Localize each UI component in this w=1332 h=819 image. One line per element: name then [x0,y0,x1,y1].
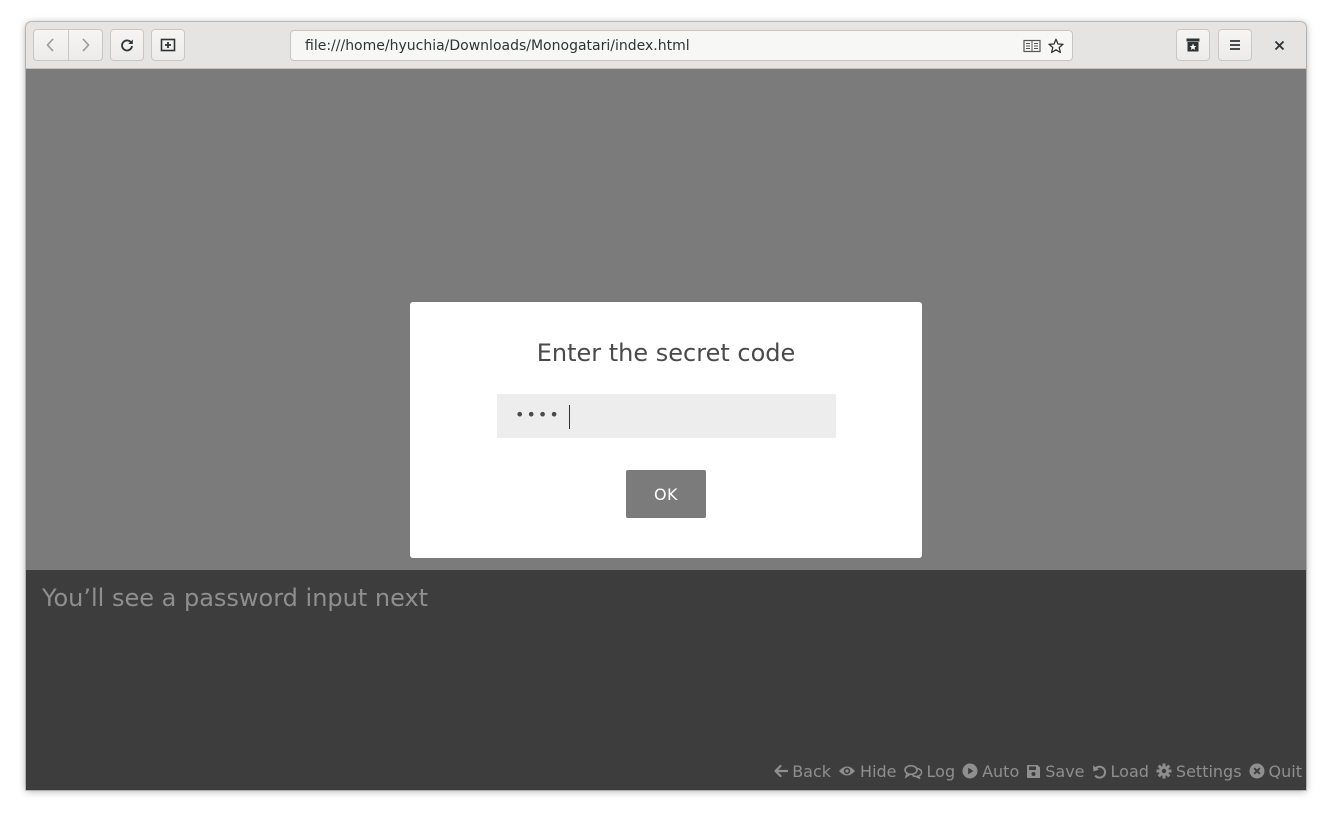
quick-menu-label: Log [926,761,956,781]
quick-menu-auto[interactable]: Auto [962,762,1019,781]
reload-button[interactable] [110,29,144,61]
comments-icon [903,764,922,779]
library-button[interactable] [1176,29,1210,61]
password-masked-value: •••• [515,405,561,424]
arrow-left-icon [774,764,789,778]
quick-menu-log[interactable]: Log [903,761,956,781]
quick-menu-quit[interactable]: Quit [1249,762,1302,781]
chevron-right-icon [82,38,90,52]
times-circle-icon [1249,763,1265,779]
quick-menu-label: Hide [860,761,897,781]
quick-menu-hide[interactable]: Hide [838,761,897,781]
chevron-left-icon [46,38,54,52]
reader-mode-icon[interactable] [1023,38,1041,54]
url-bar[interactable]: file:///home/hyuchia/Downloads/Monogatar… [290,30,1073,61]
url-text: file:///home/hyuchia/Downloads/Monogatar… [305,38,690,54]
quick-menu-settings[interactable]: Settings [1156,762,1242,781]
hamburger-menu-icon [1230,40,1240,50]
text-caret [569,405,570,429]
quick-menu: Back Hide Log Auto Save Load Settings Qu… [766,760,1302,782]
new-tab-icon [160,38,176,52]
back-button[interactable] [34,30,68,60]
nav-button-group [33,29,103,61]
quick-menu-label: Back [792,761,832,781]
eye-icon [839,766,856,776]
star-icon[interactable] [1047,38,1065,54]
play-circle-icon [962,763,978,779]
quick-menu-label: Quit [1268,761,1302,781]
library-icon [1186,38,1200,52]
browser-toolbar: file:///home/hyuchia/Downloads/Monogatar… [26,22,1306,69]
text-box[interactable]: You’ll see a password input next Back Hi… [26,570,1306,790]
quick-menu-label: Load [1110,761,1149,781]
gear-icon [1156,763,1172,779]
quick-menu-save[interactable]: Save [1026,761,1085,781]
quick-menu-load[interactable]: Load [1092,762,1149,781]
quick-menu-label: Save [1045,761,1085,781]
dialog-text: You’ll see a password input next [42,584,429,612]
secret-code-modal: Enter the secret code •••• OK [410,302,922,558]
close-window-button[interactable] [1268,34,1290,56]
quick-menu-back[interactable]: Back [773,762,831,781]
menu-button[interactable] [1218,29,1252,61]
modal-title: Enter the secret code [536,339,796,367]
close-icon [1274,40,1284,50]
new-tab-button[interactable] [151,29,185,61]
save-icon [1027,764,1041,778]
reload-icon [121,39,133,52]
quick-menu-label: Auto [982,761,1020,781]
password-input[interactable]: •••• [497,394,836,438]
browser-window: file:///home/hyuchia/Downloads/Monogatar… [26,22,1306,790]
forward-button[interactable] [67,30,103,60]
ok-button[interactable]: OK [626,470,706,518]
game-stage: Enter the secret code •••• OK [26,69,1306,570]
quick-menu-label: Settings [1175,761,1242,781]
undo-icon [1092,765,1106,779]
